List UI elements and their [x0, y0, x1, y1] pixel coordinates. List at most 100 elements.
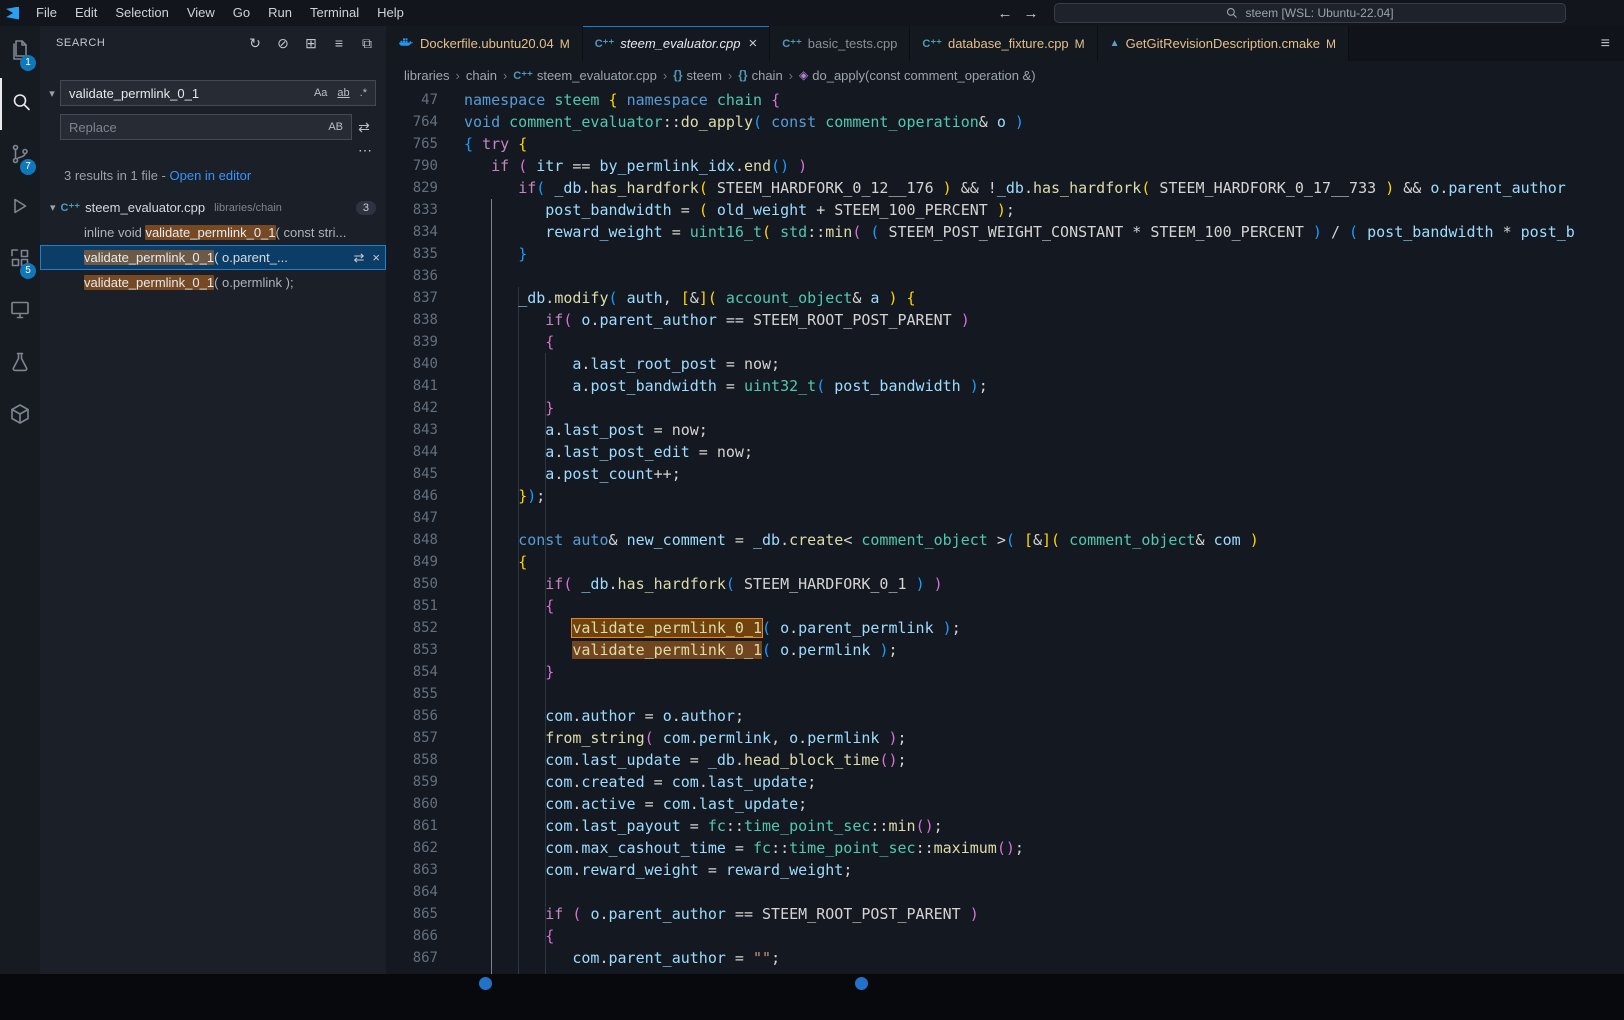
menu-edit[interactable]: Edit [66, 0, 106, 26]
breadcrumb-separator: › [503, 68, 507, 83]
command-center-search[interactable]: steem [WSL: Ubuntu-22.04] [1054, 3, 1566, 23]
line-number: 851 [386, 595, 438, 617]
search-result-row[interactable]: inline void validate_permlink_0_1( const… [40, 220, 386, 245]
tab-basic_tests.cpp[interactable]: C⁺⁺basic_tests.cpp [770, 26, 910, 61]
breadcrumb: libraries›chain›C⁺⁺steem_evaluator.cpp›{… [386, 61, 1624, 89]
code-editor[interactable]: 47namespace steem { namespace chain {764… [386, 89, 1624, 974]
results-tree: ▾ C⁺⁺ steem_evaluator.cpp libraries/chai… [40, 195, 386, 295]
code-text: validate_permlink_0_1( o.permlink ); [438, 639, 1624, 661]
breadcrumb-item[interactable]: libraries [404, 68, 450, 83]
toggle-replace-button[interactable]: ▾ [44, 87, 60, 100]
code-line: 829 if( _db.has_hardfork( STEEM_HARDFORK… [386, 177, 1624, 199]
tab-Dockerfile.ubuntu20.04[interactable]: Dockerfile.ubuntu20.04 M [386, 26, 583, 61]
menu-run[interactable]: Run [259, 0, 301, 26]
code-line: 843 a.last_post = now; [386, 419, 1624, 441]
code-text: com.last_payout = fc::time_point_sec::mi… [438, 815, 1624, 837]
menu-help[interactable]: Help [368, 0, 413, 26]
clear-results-icon[interactable]: ⊘ [274, 35, 292, 52]
dismiss-icon[interactable]: × [372, 250, 380, 266]
breadcrumb-separator: › [728, 68, 732, 83]
line-number: 850 [386, 573, 438, 595]
activity-item-run-debug[interactable] [0, 182, 40, 234]
line-number: 764 [386, 111, 438, 133]
view-as-tree-icon[interactable]: ⧉ [358, 35, 376, 52]
code-line: 837 _db.modify( auth, [&]( account_objec… [386, 287, 1624, 309]
code-text: com.last_update = _db.head_block_time(); [438, 749, 1624, 771]
code-line: 842 } [386, 397, 1624, 419]
replace-all-button[interactable]: ⇄ [352, 119, 376, 136]
code-line: 854 } [386, 661, 1624, 683]
line-number: 852 [386, 617, 438, 639]
line-number: 866 [386, 925, 438, 947]
preserve-case-toggle[interactable]: AB [324, 119, 347, 135]
results-summary-text: 3 results in 1 file - [64, 168, 170, 183]
match-highlight: validate_permlink_0_1 [84, 250, 214, 265]
code-line: 847 [386, 507, 1624, 529]
menu-selection[interactable]: Selection [106, 0, 177, 26]
status-indicator-dot[interactable] [479, 977, 492, 990]
search-result-row[interactable]: validate_permlink_0_1( o.permlink ); [40, 270, 386, 295]
menu-view[interactable]: View [178, 0, 224, 26]
tab-database_fixture.cpp[interactable]: C⁺⁺database_fixture.cppM [910, 26, 1097, 61]
status-indicator-dot[interactable] [855, 977, 868, 990]
code-text: if( _db.has_hardfork( STEEM_HARDFORK_0_1… [438, 573, 1624, 595]
line-number: 864 [386, 881, 438, 903]
result-file-row[interactable]: ▾ C⁺⁺ steem_evaluator.cpp libraries/chai… [40, 195, 386, 220]
regex-toggle[interactable]: .* [356, 85, 371, 101]
line-number: 846 [386, 485, 438, 507]
menu-go[interactable]: Go [224, 0, 259, 26]
activity-item-remote-explorer[interactable] [0, 286, 40, 338]
menu-file[interactable]: File [27, 0, 66, 26]
activity-item-search[interactable] [0, 78, 40, 130]
code-line: 860 com.active = com.last_update; [386, 793, 1624, 815]
code-line: 840 a.last_root_post = now; [386, 353, 1624, 375]
activity-item-source-control[interactable]: 7 [0, 130, 40, 182]
toggle-search-details-button[interactable]: ⋯ [358, 142, 372, 158]
code-line: 852 validate_permlink_0_1( o.parent_perm… [386, 617, 1624, 639]
refresh-icon[interactable]: ↻ [246, 35, 264, 52]
modified-marker: M [560, 37, 570, 51]
activity-bar: 1 7 5 [0, 26, 40, 1020]
open-in-editor-link[interactable]: Open in editor [170, 168, 252, 183]
menu-terminal[interactable]: Terminal [301, 0, 368, 26]
new-search-editor-icon[interactable]: ⊞ [302, 35, 320, 52]
code-line: 764void comment_evaluator::do_apply( con… [386, 111, 1624, 133]
line-number: 863 [386, 859, 438, 881]
activity-item-testing[interactable] [0, 338, 40, 390]
tab-steem_evaluator.cpp[interactable]: C⁺⁺steem_evaluator.cpp× [583, 26, 771, 61]
run-debug-icon [8, 194, 32, 223]
go-forward-button[interactable]: → [1018, 5, 1044, 22]
breadcrumb-item[interactable]: {}steem [673, 68, 722, 83]
activity-item-explorer[interactable]: 1 [0, 26, 40, 78]
code-text: com.reward_weight = reward_weight; [438, 859, 1624, 881]
close-tab-icon[interactable]: × [748, 35, 757, 52]
code-text: reward_weight = uint16_t( std::min( ( ST… [438, 221, 1624, 243]
line-number: 833 [386, 199, 438, 221]
go-back-button[interactable]: ← [992, 5, 1018, 22]
method-symbol-icon: ◈ [799, 68, 808, 82]
code-text [438, 881, 1624, 903]
code-text: } [438, 397, 1624, 419]
activity-item-extensions[interactable]: 5 [0, 234, 40, 286]
search-input-box: Aa ab .* [60, 80, 376, 106]
tab-label: Dockerfile.ubuntu20.04 [420, 36, 554, 51]
search-input[interactable] [69, 86, 308, 101]
breadcrumb-item[interactable]: {}chain [738, 68, 782, 83]
whole-word-toggle[interactable]: ab [333, 85, 353, 101]
activity-item-package[interactable] [0, 390, 40, 442]
breadcrumb-item[interactable]: ◈do_apply(const comment_operation &) [799, 68, 1036, 83]
vscode-window: FileEditSelectionViewGoRunTerminalHelp ←… [0, 0, 1624, 1020]
breadcrumb-item[interactable]: C⁺⁺steem_evaluator.cpp [513, 68, 657, 83]
line-number: 857 [386, 727, 438, 749]
replace-icon[interactable]: ⇄ [354, 250, 365, 266]
replace-input[interactable] [69, 120, 322, 135]
editor-actions-icon[interactable]: ≡ [1601, 35, 1610, 53]
code-line: 850 if( _db.has_hardfork( STEEM_HARDFORK… [386, 573, 1624, 595]
tab-GetGitRevisionDescription.cmake[interactable]: ▲GetGitRevisionDescription.cmakeM [1098, 26, 1349, 61]
match-case-toggle[interactable]: Aa [310, 85, 331, 101]
search-result-row[interactable]: validate_permlink_0_1( o.parent_...⇄× [40, 245, 386, 270]
breadcrumb-item[interactable]: chain [466, 68, 497, 83]
code-text: void comment_evaluator::do_apply( const … [438, 111, 1624, 133]
code-line: 834 reward_weight = uint16_t( std::min( … [386, 221, 1624, 243]
collapse-results-icon[interactable]: ≡ [330, 35, 348, 52]
